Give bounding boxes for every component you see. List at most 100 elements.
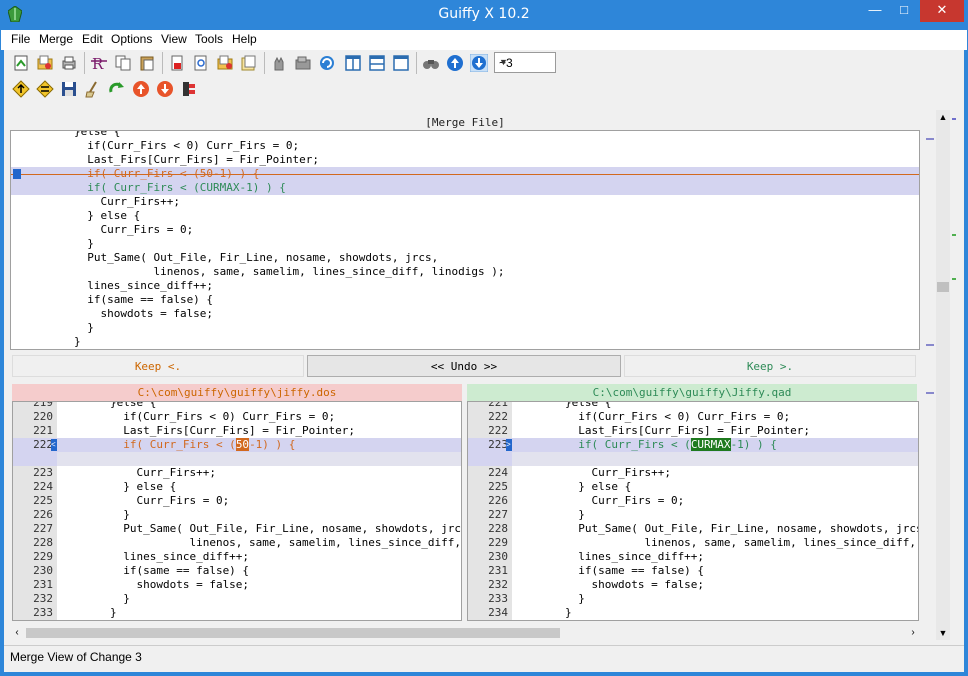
refresh-icon[interactable] <box>318 54 336 72</box>
menu-edit[interactable]: Edit <box>82 32 103 46</box>
side-by-side-view-icon[interactable] <box>344 54 362 72</box>
delete-file-icon[interactable] <box>168 54 186 72</box>
open-file-icon[interactable] <box>12 54 30 72</box>
change-marker-icon <box>13 169 21 179</box>
merge-pane[interactable]: }else { if(Curr_Firs < 0) Curr_Firs = 0;… <box>10 130 920 350</box>
merge-down-icon[interactable] <box>156 80 174 98</box>
compare-files-icon[interactable] <box>216 54 234 72</box>
scroll-thumb[interactable] <box>26 628 560 638</box>
binoculars-icon[interactable] <box>422 54 440 72</box>
merge-line: Last_Firs[Curr_Firs] = Fir_Pointer; <box>21 153 320 166</box>
code-line: } <box>512 606 572 619</box>
copy-icon[interactable] <box>114 54 132 72</box>
merge-icon[interactable]: R <box>90 54 108 72</box>
merge-line: Curr_Firs++; <box>21 195 180 208</box>
change-mark <box>926 138 934 140</box>
minimize-button[interactable]: — <box>862 0 888 22</box>
print-icon[interactable] <box>60 54 78 72</box>
over-under-view-icon[interactable] <box>368 54 386 72</box>
status-text: Merge View of Change 3 <box>10 650 142 664</box>
merge-line: } else { <box>21 209 141 222</box>
code-line: } <box>512 592 585 605</box>
menu-options[interactable]: Options <box>111 32 152 46</box>
bookmark-icon[interactable] <box>180 80 198 98</box>
code-line: Put_Same( Out_File, Fir_Line, nosame, sh… <box>512 522 919 535</box>
merge-line: }else { <box>21 130 121 138</box>
line-number: 230 <box>488 550 508 563</box>
merge-up-icon[interactable] <box>132 80 150 98</box>
line-number: 221 <box>488 401 508 409</box>
find-icon[interactable] <box>192 54 210 72</box>
merge-file-header: [Merge File] <box>425 116 505 129</box>
merge-line: lines_since_diff++; <box>21 279 214 292</box>
right-file-pane[interactable]: 221 }else { 222 if(Curr_Firs < 0) Curr_F… <box>467 401 919 621</box>
toolbar-separator <box>162 52 163 74</box>
scroll-thumb[interactable] <box>937 282 949 292</box>
menu-bar: File Merge Edit Options View Tools Help <box>0 30 968 50</box>
scroll-down-icon[interactable]: ▼ <box>936 626 950 640</box>
code-line: } else { <box>512 480 632 493</box>
open-folder-icon[interactable] <box>36 54 54 72</box>
close-button[interactable]: ✕ <box>920 0 964 22</box>
code-line: if(same == false) { <box>512 564 705 577</box>
context-lines-select[interactable]: ~3 ▼ <box>494 52 556 73</box>
code-segment: -1) ) { <box>249 438 296 451</box>
code-line: showdots = false; <box>512 578 705 591</box>
line-number: 232 <box>33 592 53 605</box>
code-line: showdots = false; <box>57 578 250 591</box>
hand-icon[interactable] <box>270 54 288 72</box>
keep-right-button[interactable]: Keep >. <box>624 355 916 377</box>
change-mark <box>952 234 956 236</box>
folder-gray-icon[interactable] <box>294 54 312 72</box>
left-file-pane[interactable]: 219 }else { 220 if(Curr_Firs < 0) Curr_F… <box>12 401 462 621</box>
scroll-left-icon[interactable]: ‹ <box>10 626 24 640</box>
paste-icon[interactable] <box>138 54 156 72</box>
line-number: 223 <box>33 466 53 479</box>
code-line: }else { <box>512 401 612 409</box>
code-segment: if( Curr_Firs < ( <box>57 438 236 451</box>
code-line: } <box>512 508 585 521</box>
auto-merge-icon[interactable] <box>108 80 126 98</box>
undo-button[interactable]: << Undo >> <box>307 355 621 377</box>
line-number: 225 <box>33 494 53 507</box>
code-line: Curr_Firs++; <box>512 466 671 479</box>
line-number: 231 <box>33 578 53 591</box>
line-number: 224 <box>488 466 508 479</box>
previous-change-icon[interactable] <box>446 54 464 72</box>
menu-help[interactable]: Help <box>232 32 257 46</box>
changed-code-line: if( Curr_Firs < (CURMAX-1) ) { <box>512 438 777 452</box>
menu-view[interactable]: View <box>161 32 187 46</box>
next-change-icon[interactable] <box>470 54 488 72</box>
toolbar-separator <box>84 52 85 74</box>
vertical-scrollbar[interactable]: ▲ ▼ <box>936 110 950 640</box>
merge-line: } <box>21 321 94 334</box>
line-number: 228 <box>33 536 53 549</box>
line-number: 226 <box>33 508 53 521</box>
code-segment: if( Curr_Firs < ( <box>512 438 691 451</box>
code-line: linenos, same, samelim, lines_since_diff… <box>189 536 461 549</box>
next-merge-icon[interactable] <box>36 80 54 98</box>
line-number: 220 <box>33 410 53 423</box>
code-line: Put_Same( Out_File, Fir_Line, nosame, sh… <box>57 522 462 535</box>
single-view-icon[interactable] <box>392 54 410 72</box>
code-line: }else { <box>57 401 157 409</box>
merge-line: } <box>21 335 81 348</box>
save-icon[interactable] <box>60 80 78 98</box>
scroll-up-icon[interactable]: ▲ <box>936 110 950 124</box>
maximize-button[interactable]: □ <box>890 0 918 22</box>
keep-left-button[interactable]: Keep <. <box>12 355 304 377</box>
window-title: Guiffy X 10.2 <box>438 6 530 22</box>
left-file-path: C:\com\guiffy\guiffy\jiffy.dos <box>12 384 462 401</box>
clean-icon[interactable] <box>84 80 102 98</box>
code-line: Curr_Firs++; <box>57 466 216 479</box>
menu-tools[interactable]: Tools <box>195 32 223 46</box>
code-line: } <box>57 508 130 521</box>
menu-file[interactable]: File <box>11 32 30 46</box>
scroll-right-icon[interactable]: › <box>906 626 920 640</box>
horizontal-scrollbar[interactable]: ‹ › <box>10 626 920 640</box>
report-icon[interactable] <box>240 54 258 72</box>
line-number: 222 <box>33 438 53 451</box>
previous-merge-icon[interactable] <box>12 80 30 98</box>
line-number: 227 <box>33 522 53 535</box>
menu-merge[interactable]: Merge <box>39 32 73 46</box>
